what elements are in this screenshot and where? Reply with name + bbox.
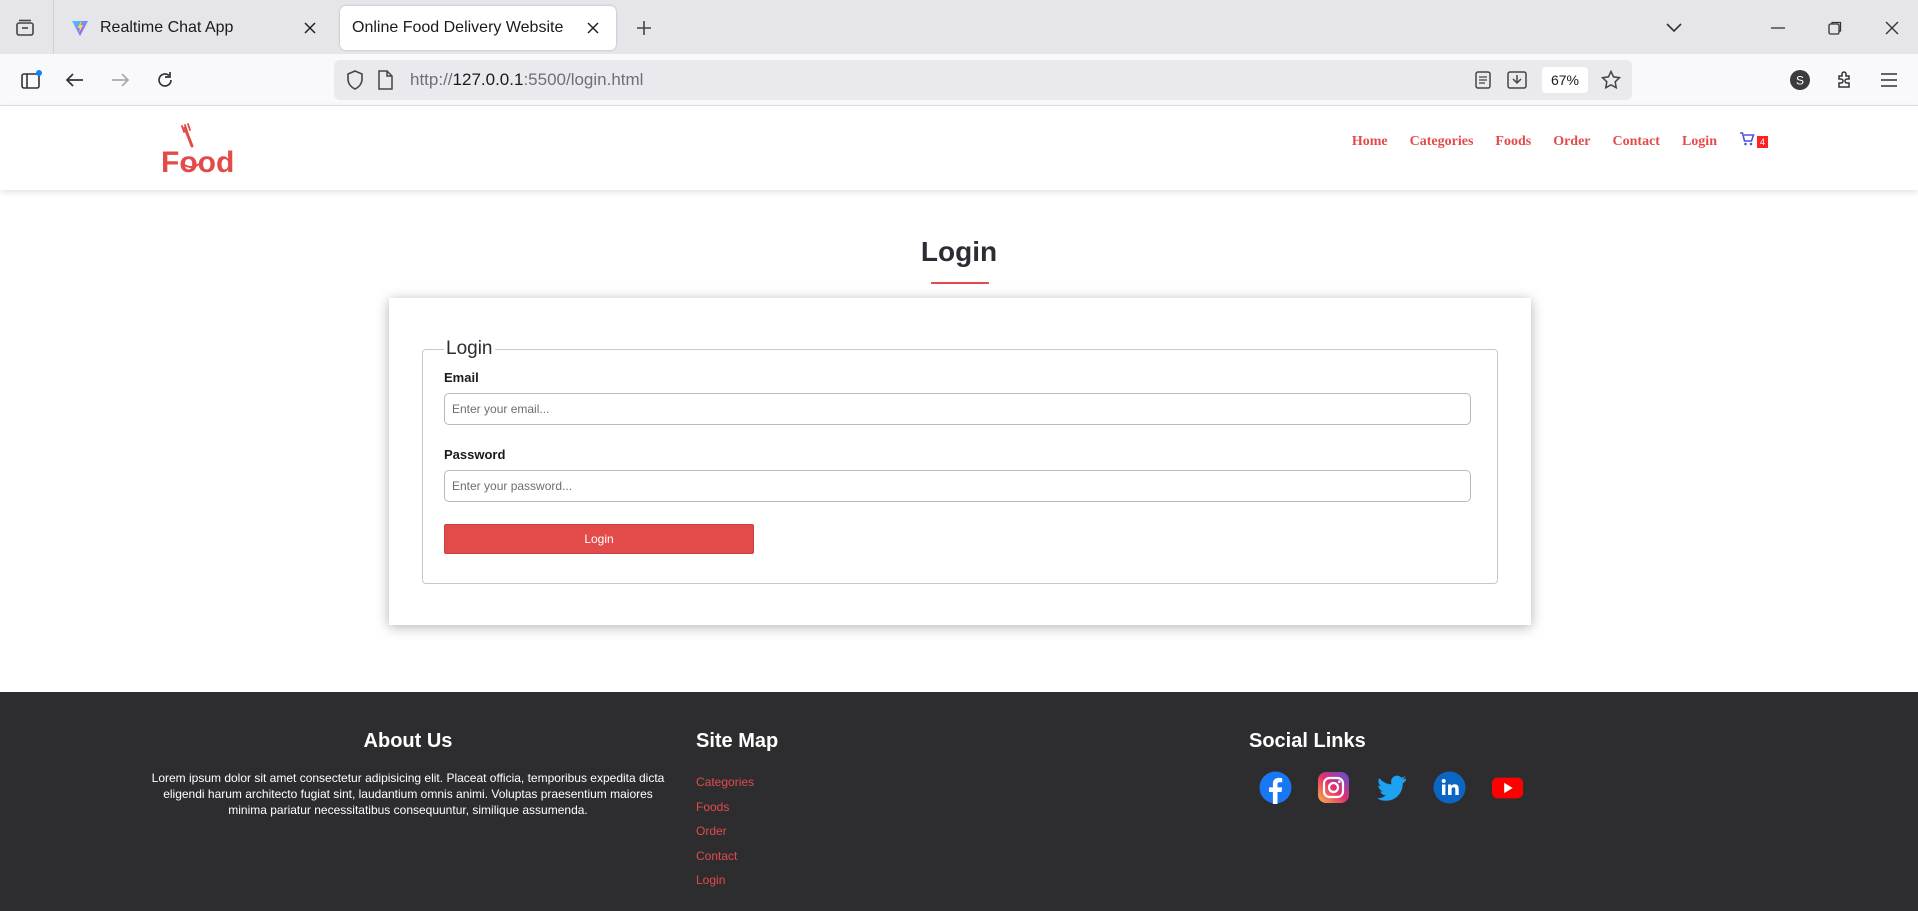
new-tab-plus-icon[interactable] <box>630 14 658 42</box>
social-links-title: Social Links <box>1249 730 1366 752</box>
svg-text:S: S <box>1796 74 1804 88</box>
about-us-title: About Us <box>363 730 453 752</box>
tab-separator <box>53 0 54 54</box>
login-submit-button[interactable]: Login <box>444 524 754 554</box>
nav-link-home[interactable]: Home <box>1352 134 1388 150</box>
tab-realtime-chat[interactable]: Realtime Chat App <box>58 6 333 50</box>
sitemap-link-contact[interactable]: Contact <box>696 849 737 863</box>
list-item: Login <box>696 871 996 896</box>
sitemap-link-categories[interactable]: Categories <box>696 775 754 789</box>
social-icons-row <box>1249 771 1569 804</box>
bookmark-star-icon[interactable] <box>1600 69 1622 91</box>
sitemap-link-login[interactable]: Login <box>696 873 725 887</box>
login-card: Login Email Password Login <box>389 298 1531 625</box>
download-icon[interactable] <box>1506 69 1528 91</box>
heading-underline <box>931 282 989 284</box>
sitemap-link-order[interactable]: Order <box>696 824 727 838</box>
facebook-icon[interactable] <box>1259 771 1292 804</box>
address-bar[interactable]: http://127.0.0.1:5500/login.html 67% <box>334 60 1632 100</box>
food-logo[interactable]: Food <box>158 120 238 179</box>
nav-link-order[interactable]: Order <box>1553 134 1590 150</box>
tab-overview-icon[interactable] <box>10 13 40 43</box>
site-map-section: Site Map Categories Foods Order Contact … <box>696 730 996 896</box>
url-text[interactable]: http://127.0.0.1:5500/login.html <box>410 70 643 90</box>
password-field[interactable] <box>444 470 1471 502</box>
tab-title: Realtime Chat App <box>100 19 234 36</box>
sitemap-link-foods[interactable]: Foods <box>696 800 729 814</box>
email-label: Email <box>444 370 479 385</box>
browser-tab-bar: Realtime Chat App Online Food Delivery W… <box>0 0 1918 54</box>
tab-title: Online Food Delivery Website <box>352 19 564 36</box>
nav-link-foods[interactable]: Foods <box>1495 134 1531 150</box>
instagram-icon[interactable] <box>1317 771 1350 804</box>
list-item: Categories <box>696 773 996 798</box>
main-nav: Home Categories Foods Order Contact Logi… <box>1352 132 1768 151</box>
zoom-level-badge[interactable]: 67% <box>1542 67 1588 93</box>
nav-link-categories[interactable]: Categories <box>1410 134 1474 150</box>
list-item: Order <box>696 822 996 847</box>
reader-view-icon[interactable] <box>1472 69 1494 91</box>
page-info-icon[interactable] <box>374 69 396 91</box>
close-window-icon[interactable] <box>1878 14 1906 42</box>
forward-arrow-icon[interactable] <box>105 65 135 95</box>
vite-logo-icon <box>70 18 90 38</box>
linkedin-icon[interactable] <box>1433 771 1466 804</box>
back-arrow-icon[interactable] <box>60 65 90 95</box>
list-item: Contact <box>696 847 996 872</box>
about-us-text: Lorem ipsum dolor sit amet consectetur a… <box>151 771 665 817</box>
site-map-title: Site Map <box>696 730 779 752</box>
youtube-icon[interactable] <box>1491 771 1524 804</box>
sidebar-toggle-icon[interactable] <box>16 65 46 95</box>
form-legend: Login <box>446 338 493 359</box>
site-map-list: Categories Foods Order Contact Login <box>696 773 996 896</box>
logo-text: Food <box>161 146 234 178</box>
email-field[interactable] <box>444 393 1471 425</box>
twitter-icon[interactable] <box>1375 771 1408 804</box>
url-scheme: http:// <box>410 70 453 89</box>
password-label: Password <box>444 447 506 462</box>
restore-window-icon[interactable] <box>1821 14 1849 42</box>
list-item: Foods <box>696 798 996 823</box>
nav-link-contact[interactable]: Contact <box>1613 134 1660 150</box>
close-tab-icon[interactable] <box>299 17 321 39</box>
shopping-cart-icon <box>1739 132 1755 151</box>
tab-online-food-delivery[interactable]: Online Food Delivery Website <box>340 6 616 50</box>
page-title: Login <box>920 236 998 267</box>
minimize-window-icon[interactable] <box>1764 14 1792 42</box>
hamburger-menu-icon[interactable] <box>1874 65 1904 95</box>
url-path: :5500/login.html <box>523 70 644 89</box>
close-tab-icon[interactable] <box>582 17 604 39</box>
about-us-section: About Us Lorem ipsum dolor sit amet cons… <box>148 730 668 818</box>
shield-icon[interactable] <box>344 69 366 91</box>
login-fieldset: Login Email Password Login <box>422 338 1498 584</box>
site-header: Food Home Categories Foods Order Contact… <box>0 106 1918 190</box>
url-host: 127.0.0.1 <box>452 70 524 89</box>
nav-link-login[interactable]: Login <box>1682 134 1717 150</box>
cart-link[interactable]: 4 <box>1739 132 1768 151</box>
browser-toolbar: http://127.0.0.1:5500/login.html 67% S <box>0 54 1918 106</box>
site-footer: About Us Lorem ipsum dolor sit amet cons… <box>0 692 1918 911</box>
tab-list-chevron-down-icon[interactable] <box>1660 14 1688 42</box>
account-avatar-icon[interactable]: S <box>1785 65 1815 95</box>
extensions-puzzle-icon[interactable] <box>1830 65 1860 95</box>
reload-icon[interactable] <box>150 65 180 95</box>
cart-count-badge: 4 <box>1756 135 1768 148</box>
social-links-section: Social Links <box>1249 730 1569 804</box>
